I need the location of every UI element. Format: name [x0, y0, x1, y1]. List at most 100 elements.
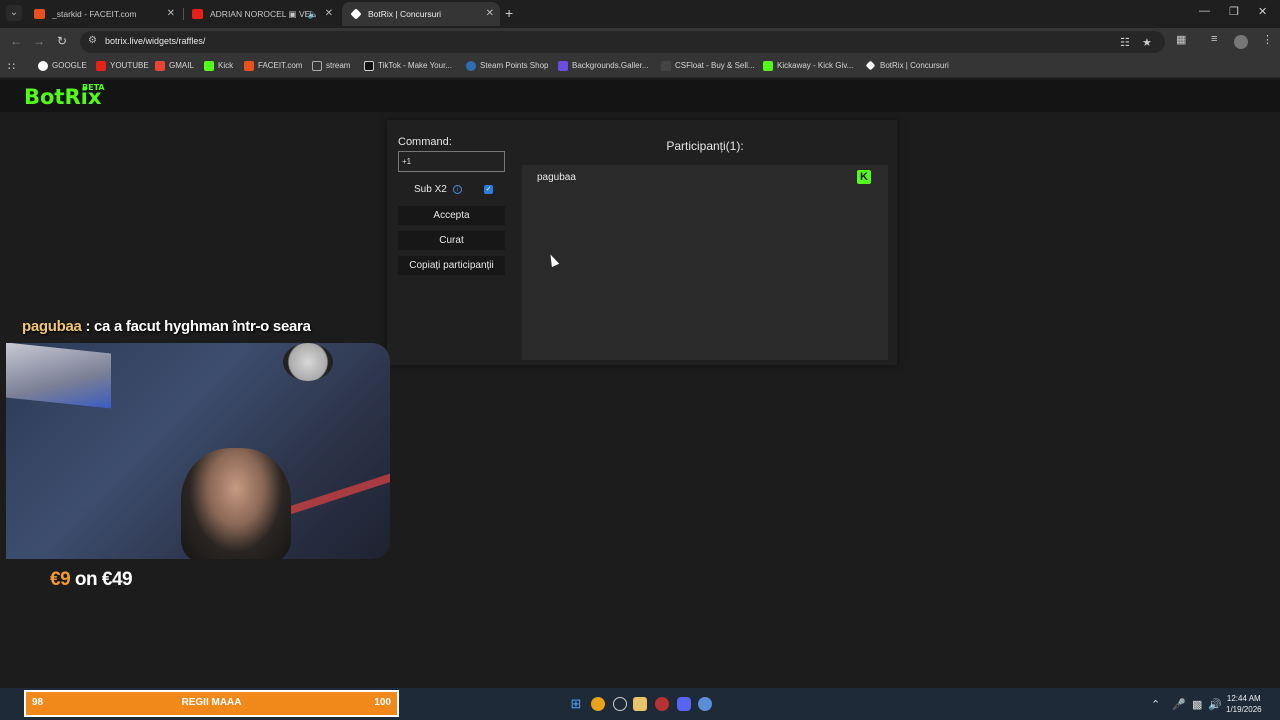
- file-explorer-icon[interactable]: [633, 697, 647, 711]
- close-icon[interactable]: ✕: [167, 2, 175, 26]
- gmail-icon: [155, 61, 165, 71]
- restore-icon[interactable]: ❐: [1229, 5, 1239, 18]
- tab-bar: ⌄ _starkid - FACEIT.com ✕ ADRIAN NOROCEL…: [0, 0, 1280, 28]
- bookmark-label: Steam Points Shop: [480, 61, 549, 70]
- bookmark-label: Kick: [218, 61, 234, 70]
- tab-botrix[interactable]: BotRix | Concursuri ✕: [342, 2, 500, 26]
- clear-button[interactable]: Curat: [398, 231, 505, 250]
- reload-icon[interactable]: ↻: [57, 34, 67, 48]
- folder-icon: [312, 61, 322, 71]
- faceit-icon: [34, 9, 45, 19]
- bookmark-csfloat[interactable]: CSFloat - Buy & Sell...: [661, 61, 755, 71]
- copy-participants-button[interactable]: Copiați participanții: [398, 256, 505, 275]
- shelf-image: [6, 343, 111, 409]
- kick-icon: K: [857, 170, 871, 184]
- goal-current: 98: [32, 697, 44, 708]
- microphone-icon[interactable]: 🎤: [1172, 698, 1186, 711]
- stake-overlay: €9 on €49: [50, 569, 133, 591]
- url-input[interactable]: ⚙ botrix.live/widgets/raffles/ ☷ ★: [80, 31, 1165, 53]
- steam-icon: [466, 61, 476, 71]
- bookmark-backgrounds[interactable]: Backgrounds.Galler...: [558, 61, 648, 71]
- media-icon[interactable]: ≡: [1211, 33, 1217, 45]
- steam-icon[interactable]: [698, 697, 712, 711]
- google-icon: [38, 61, 48, 71]
- bookmark-stream[interactable]: stream: [312, 61, 351, 71]
- system-clock[interactable]: 12:44 AM 1/19/2026: [1226, 693, 1262, 715]
- chat-overlay-line: pagubaa : ca a facut hyghman într-o sear…: [22, 318, 311, 335]
- stake-amount: €9: [50, 569, 71, 590]
- chat-message: : ca a facut hyghman într-o seara: [85, 318, 311, 335]
- bookmark-tiktok[interactable]: TikTok - Make Your...: [364, 61, 452, 71]
- bookmark-gmail[interactable]: GMAIL: [155, 61, 194, 71]
- discord-icon[interactable]: [677, 697, 691, 711]
- bookmark-label: YOUTUBE: [110, 61, 149, 70]
- bookmark-label: stream: [326, 61, 351, 70]
- apps-grid-icon[interactable]: ∷: [8, 60, 15, 73]
- forward-icon[interactable]: →: [33, 34, 45, 48]
- window-close-icon[interactable]: ✕: [1258, 5, 1267, 18]
- app-icon[interactable]: [655, 697, 669, 711]
- wall-clock-image: [283, 343, 333, 381]
- botrix-logo[interactable]: BotRix BETA: [24, 83, 105, 109]
- command-input[interactable]: [398, 151, 505, 172]
- bookmark-youtube[interactable]: YOUTUBE: [96, 61, 149, 71]
- webcam-feed: [6, 343, 390, 559]
- address-bar-row: ← → ↻ ⚙ botrix.live/widgets/raffles/ ☷ ★…: [0, 28, 1280, 56]
- botrix-icon: [350, 8, 362, 20]
- bookmark-kick[interactable]: Kick: [204, 61, 234, 71]
- streamer-image: [181, 448, 291, 559]
- back-icon[interactable]: ←: [10, 34, 22, 48]
- kickaway-icon: [763, 61, 773, 71]
- close-icon[interactable]: ✕: [325, 2, 333, 26]
- bookmark-kickaway[interactable]: Kickaway - Kick Giv...: [763, 61, 854, 71]
- participants-title: Participanți(1):: [666, 139, 744, 153]
- bookmark-botrix[interactable]: BotRix | Concursuri: [865, 60, 949, 71]
- speaker-icon[interactable]: 🔈: [308, 2, 319, 26]
- bookmark-label: Kickaway - Kick Giv...: [777, 61, 854, 70]
- bookmark-star-icon[interactable]: ★: [1142, 36, 1152, 49]
- bookmark-faceit[interactable]: FACEIT.com: [244, 61, 303, 71]
- participants-list: pagubaa K: [522, 165, 888, 360]
- bookmark-google[interactable]: GOOGLE: [38, 61, 87, 71]
- tray-chevron-icon[interactable]: ⌃: [1151, 698, 1160, 711]
- bookmark-label: FACEIT.com: [258, 61, 303, 70]
- url-text: botrix.live/widgets/raffles/: [105, 36, 206, 46]
- faceit-icon: [244, 61, 254, 71]
- translate-icon[interactable]: ☷: [1120, 36, 1130, 49]
- tab-faceit[interactable]: _starkid - FACEIT.com ✕: [26, 2, 181, 26]
- botrix-icon: [865, 60, 876, 71]
- menu-icon[interactable]: ⋮: [1262, 33, 1273, 46]
- volume-icon[interactable]: 🔊: [1208, 698, 1222, 711]
- bookmark-label: GOOGLE: [52, 61, 87, 70]
- stake-rest: on €49: [74, 569, 133, 590]
- goal-title: REGII MAAA: [181, 697, 242, 708]
- accept-button[interactable]: Accepta: [398, 206, 505, 225]
- tiktok-icon: [364, 61, 374, 71]
- youtube-icon: [96, 61, 106, 71]
- tab-label: BotRix | Concursuri: [368, 9, 442, 19]
- minimize-icon[interactable]: —: [1199, 5, 1210, 17]
- sub-x2-checkbox[interactable]: ✓: [484, 185, 493, 194]
- bookmark-label: CSFloat - Buy & Sell...: [675, 61, 755, 70]
- tab-search-button[interactable]: ⌄: [6, 5, 22, 21]
- raffle-panel: Command: Sub X2 i ✓ Accepta Curat Copiaț…: [387, 120, 897, 365]
- network-icon[interactable]: ▩: [1192, 698, 1202, 711]
- obs-icon[interactable]: [613, 697, 627, 711]
- tab-youtube[interactable]: ADRIAN NOROCEL ▣ VE 🔈 ✕: [184, 2, 339, 26]
- close-icon[interactable]: ✕: [486, 2, 494, 26]
- profile-avatar[interactable]: [1234, 35, 1248, 49]
- youtube-icon: [192, 9, 203, 19]
- new-tab-button[interactable]: +: [505, 5, 513, 21]
- clock-time: 12:44 AM: [1226, 694, 1261, 703]
- sub-x2-label: Sub X2: [414, 184, 447, 195]
- chrome-icon[interactable]: [591, 697, 605, 711]
- extensions-icon[interactable]: ▦: [1176, 33, 1186, 46]
- bookmark-steam[interactable]: Steam Points Shop: [466, 61, 549, 71]
- site-info-icon[interactable]: ⚙: [88, 35, 97, 46]
- kick-icon: [204, 61, 214, 71]
- command-label: Command:: [398, 136, 452, 148]
- windows-start-icon[interactable]: ⊞: [569, 697, 583, 711]
- participant-name: pagubaa: [537, 172, 576, 183]
- beta-badge: BETA: [82, 83, 105, 92]
- info-icon[interactable]: i: [453, 185, 462, 194]
